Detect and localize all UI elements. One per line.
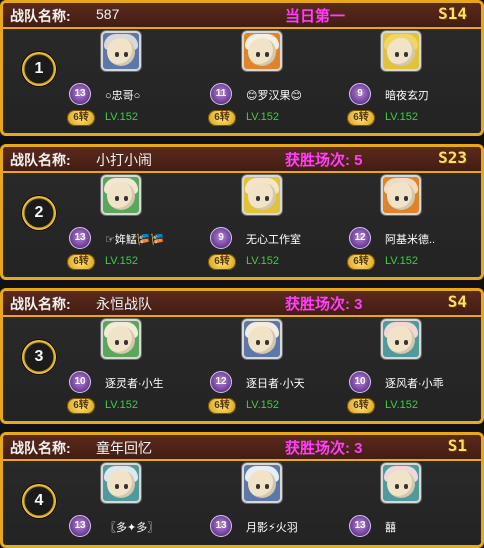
member-name: 无心工作室 [246,234,301,246]
member-level: LV.152 [246,399,280,411]
member-name: 月影⚡火羽 [246,522,298,534]
rebirth-badge: 6转 [347,110,375,126]
avatar[interactable] [101,31,141,71]
avatar[interactable] [381,31,421,71]
member-name: ○忠哥○ [105,90,141,102]
team-member[interactable]: 10 逐风者·小乖 6转 LV.152 [347,319,481,419]
member-level: LV.152 [105,111,139,123]
level-badge: 9 [210,227,232,249]
member-level: LV.152 [246,111,280,123]
level-badge: 10 [349,371,371,393]
team-member[interactable]: 9 暗夜玄刃 6转 LV.152 [347,31,481,131]
level-badge: 10 [69,371,91,393]
rebirth-badge: 6转 [347,398,375,414]
member-name: ☞姩鯭🎏🎏 [105,234,165,246]
team-card[interactable]: 战队名称: 587 当日第一 S14 1 13 ○忠哥○ 6转 LV.152 1… [0,0,484,136]
level-badge: 12 [349,227,371,249]
season-badge: S4 [447,292,467,311]
member-name: 😊罗汉果😊 [246,90,302,102]
member-level: LV.152 [385,255,419,267]
team-name: 童年回忆 [96,440,152,456]
rank-badge: 2 [21,195,57,231]
team-name-label: 战队名称: [10,8,71,24]
rank-badge: 3 [21,339,57,375]
team-name-label: 战队名称: [10,296,71,312]
rank-badge: 4 [21,483,57,519]
avatar[interactable] [101,463,141,503]
rebirth-badge: 6转 [208,254,236,270]
rebirth-badge: 6转 [208,398,236,414]
team-member[interactable]: 13 月影⚡火羽 [210,463,350,545]
team-member[interactable]: 13 ○忠哥○ 6转 LV.152 [67,31,209,131]
team-header: 战队名称: 童年回忆 获胜场次: 3 S1 [3,435,481,461]
team-member[interactable]: 12 阿基米德.. 6转 LV.152 [347,175,481,275]
rank-number: 1 [34,60,44,77]
avatar[interactable] [242,175,282,215]
team-name: 永恒战队 [96,296,152,312]
team-name: 小打小闹 [96,152,152,168]
team-name-label: 战队名称: [10,440,71,456]
rank-badge: 1 [21,51,57,87]
team-stat: 获胜场次: 3 [285,296,363,313]
team-member[interactable]: 10 逐灵者·小生 6转 LV.152 [67,319,209,419]
avatar[interactable] [381,463,421,503]
team-stat: 获胜场次: 5 [285,152,363,169]
rank-number: 3 [34,348,44,365]
member-level: LV.152 [105,399,139,411]
member-name: 逐日者·小天 [246,378,305,390]
avatar[interactable] [242,31,282,71]
avatar[interactable] [242,319,282,359]
member-name: 囍 [385,522,396,534]
team-card[interactable]: 战队名称: 小打小闹 获胜场次: 5 S23 2 13 ☞姩鯭🎏🎏 6转 LV.… [0,144,484,280]
level-badge: 13 [69,83,91,105]
member-name: 暗夜玄刃 [385,90,429,102]
member-name: 阿基米德.. [385,234,436,246]
avatar[interactable] [381,319,421,359]
team-member[interactable]: 9 无心工作室 6转 LV.152 [208,175,350,275]
team-member[interactable]: 13 ☞姩鯭🎏🎏 6转 LV.152 [67,175,209,275]
team-member[interactable]: 13 囍 [349,463,481,545]
level-badge: 11 [210,83,232,105]
member-level: LV.152 [385,111,419,123]
team-card[interactable]: 战队名称: 童年回忆 获胜场次: 3 S1 4 13 〖多✦多〗 13 月影⚡火… [0,432,484,548]
season-badge: S1 [447,436,467,455]
season-badge: S23 [438,148,467,167]
team-name: 587 [96,6,120,22]
level-badge: 12 [210,371,232,393]
level-badge: 13 [210,515,232,537]
member-name: 逐灵者·小生 [105,378,164,390]
team-header: 战队名称: 587 当日第一 S14 [3,3,481,29]
rebirth-badge: 6转 [347,254,375,270]
member-name: 〖多✦多〗 [105,522,159,534]
avatar[interactable] [381,175,421,215]
team-stat: 获胜场次: 3 [285,440,363,457]
avatar[interactable] [101,175,141,215]
rebirth-badge: 6转 [67,398,95,414]
season-badge: S14 [438,4,467,23]
team-header: 战队名称: 永恒战队 获胜场次: 3 S4 [3,291,481,317]
level-badge: 13 [69,515,91,537]
rank-number: 2 [34,204,44,221]
rebirth-badge: 6转 [208,110,236,126]
level-badge: 13 [69,227,91,249]
team-stat: 当日第一 [285,8,346,25]
rank-number: 4 [34,492,44,509]
member-level: LV.152 [105,255,139,267]
rebirth-badge: 6转 [67,110,95,126]
avatar[interactable] [242,463,282,503]
avatar[interactable] [101,319,141,359]
level-badge: 9 [349,83,371,105]
team-card[interactable]: 战队名称: 永恒战队 获胜场次: 3 S4 3 10 逐灵者·小生 6转 LV.… [0,288,484,424]
member-level: LV.152 [246,255,280,267]
member-level: LV.152 [385,399,419,411]
team-member[interactable]: 13 〖多✦多〗 [69,463,209,545]
team-name-label: 战队名称: [10,152,71,168]
team-member[interactable]: 11 😊罗汉果😊 6转 LV.152 [208,31,350,131]
rebirth-badge: 6转 [67,254,95,270]
level-badge: 13 [349,515,371,537]
team-header: 战队名称: 小打小闹 获胜场次: 5 S23 [3,147,481,173]
team-member[interactable]: 12 逐日者·小天 6转 LV.152 [208,319,350,419]
member-name: 逐风者·小乖 [385,378,444,390]
